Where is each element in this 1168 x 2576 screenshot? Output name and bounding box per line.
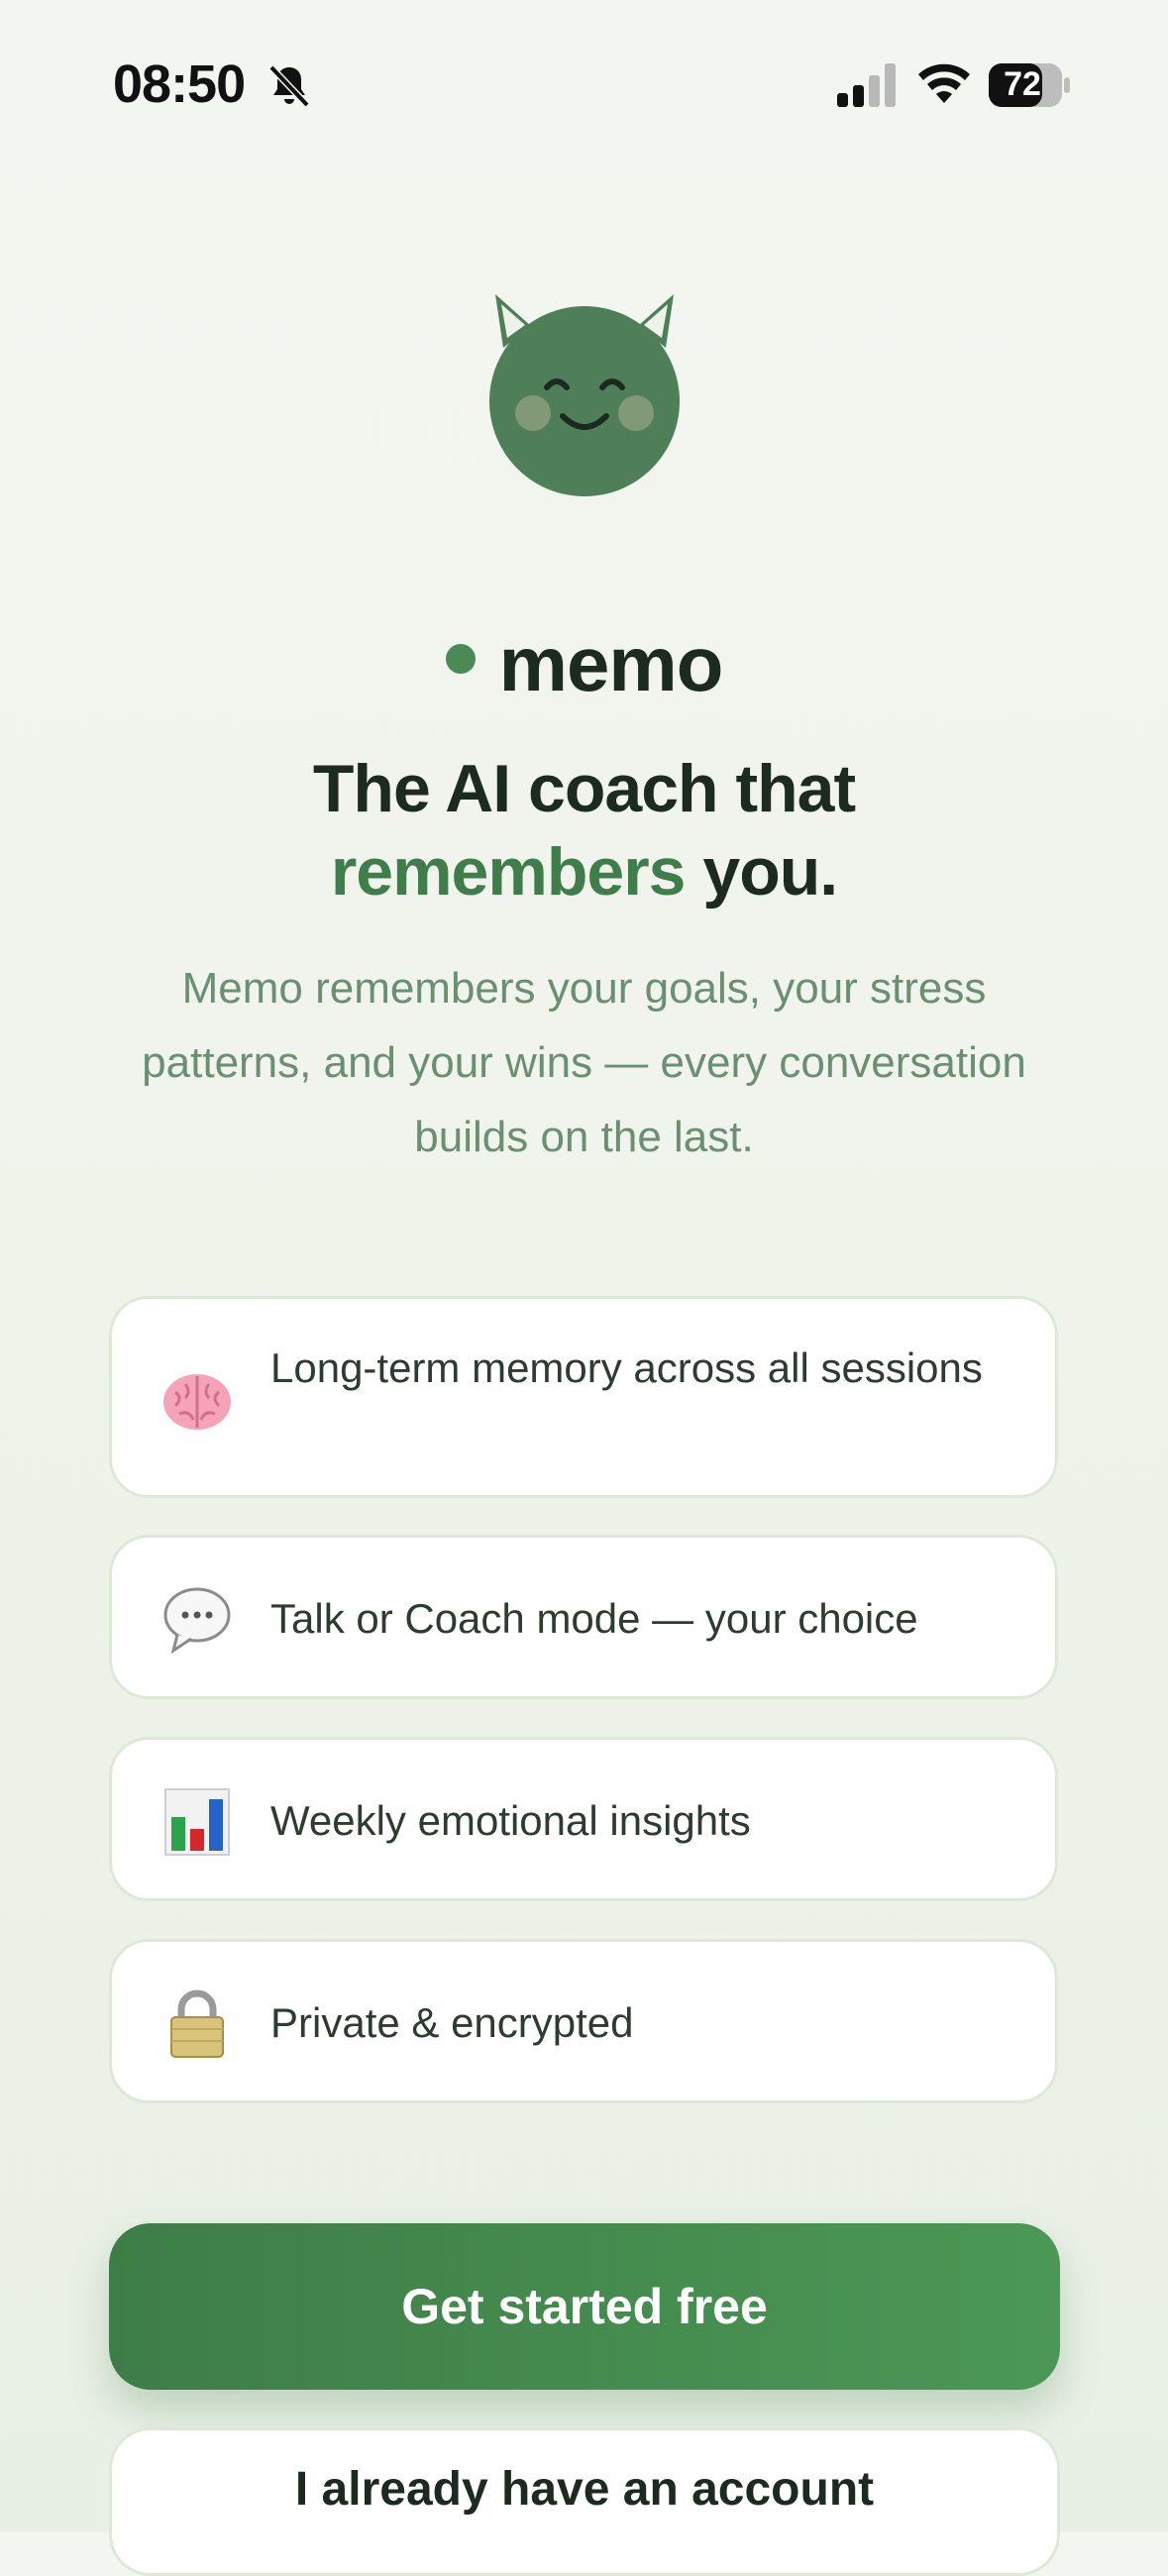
feature-card-insights: Weekly emotional insights <box>109 1737 1058 1901</box>
headline-accent: remembers <box>330 834 687 910</box>
feature-card-mode: Talk or Coach mode — your choice <box>109 1535 1058 1699</box>
feature-label: Weekly emotional insights <box>270 1797 751 1844</box>
bar-chart-icon <box>164 1788 230 1856</box>
speech-bubble-icon <box>163 1587 231 1655</box>
feature-label: Long-term memory across all sessions <box>270 1344 983 1391</box>
bell-off-icon <box>268 64 310 108</box>
brand-dot <box>445 643 476 674</box>
feature-card-memory: Long-term memory across all sessions <box>109 1296 1058 1498</box>
page-title: The AI coach that remembers you. <box>0 747 1168 913</box>
feature-label: Talk or Coach mode — your choice <box>270 1595 918 1642</box>
signal-icon <box>837 63 896 107</box>
get-started-button[interactable]: Get started free <box>109 2223 1060 2390</box>
feature-card-privacy: Private & encrypted <box>109 1939 1058 2103</box>
headline-line2: remembers you. <box>0 830 1168 913</box>
status-bar: 08:50 72 <box>0 0 1168 168</box>
headline-rest: you. <box>685 834 838 910</box>
headline-line1: The AI coach that <box>312 751 856 826</box>
lock-icon <box>170 1989 224 2058</box>
page-subtitle: Memo remembers your goals, your stress p… <box>142 964 1026 1161</box>
feature-label: Private & encrypted <box>270 1999 634 2046</box>
brain-icon <box>163 1374 231 1430</box>
battery-level: 72 <box>1004 65 1041 103</box>
brand-logo: memo <box>0 619 1168 709</box>
memo-mascot-icon <box>489 294 680 496</box>
status-time: 08:50 <box>113 54 246 114</box>
brand-name: memo <box>498 620 724 707</box>
wifi-icon <box>918 63 970 103</box>
login-button[interactable]: I already have an account <box>109 2427 1060 2576</box>
